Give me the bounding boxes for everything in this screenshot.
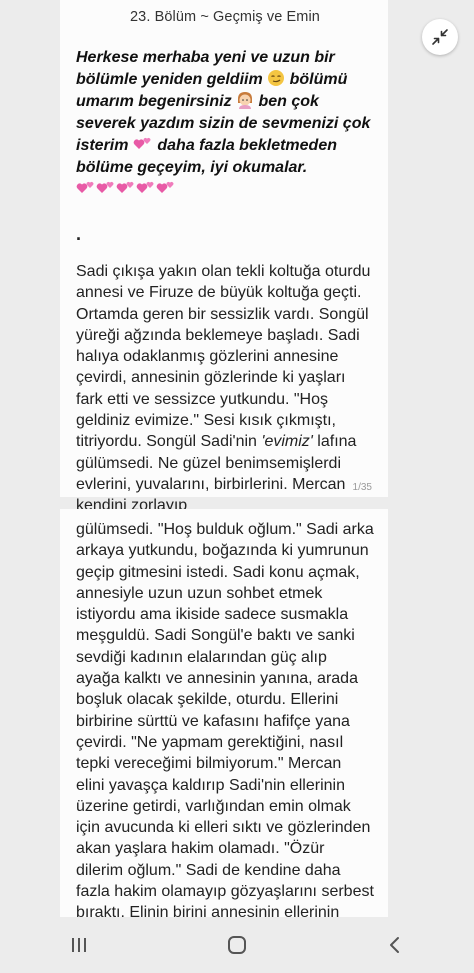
story-paragraph: gülümsedi. "Hoş bulduk oğlum." Sadi arka… (76, 521, 374, 917)
story-text-italic: 'evimiz' (261, 433, 313, 451)
reading-page-1: 23. Bölüm ~ Geçmiş ve Emin Herkese merha… (60, 0, 388, 514)
two-hearts-emoji (96, 181, 114, 193)
two-hearts-emoji (116, 181, 134, 193)
collapse-arrows-icon (432, 29, 448, 45)
recent-apps-icon (72, 938, 86, 952)
home-icon (228, 936, 246, 954)
section-separator: . (76, 224, 82, 244)
reading-page-2: gülümsedi. "Hoş bulduk oğlum." Sadi arka… (60, 509, 388, 917)
story-text: Sadi çıkışa yakın olan tekli koltuğa otu… (76, 263, 371, 451)
back-button[interactable] (365, 925, 425, 965)
system-nav-bar (0, 917, 474, 973)
two-hearts-emoji (136, 181, 154, 193)
story-paragraph: Sadi çıkışa yakın olan tekli koltuğa otu… (76, 261, 374, 517)
page-number: 1/35 (352, 482, 372, 493)
collapse-button[interactable] (422, 19, 458, 55)
smirking-face-emoji (268, 70, 285, 86)
person-emoji (238, 92, 253, 109)
back-icon (390, 937, 399, 953)
author-note: Herkese merhaba yeni ve uzun bir bölümle… (76, 47, 374, 201)
home-button[interactable] (207, 925, 267, 965)
recent-apps-button[interactable] (49, 925, 109, 965)
two-hearts-emoji (156, 181, 174, 193)
two-hearts-emoji (133, 137, 151, 149)
two-hearts-emoji (76, 181, 94, 193)
heart-row (76, 181, 176, 198)
chapter-title: 23. Bölüm ~ Geçmiş ve Emin (130, 9, 320, 25)
